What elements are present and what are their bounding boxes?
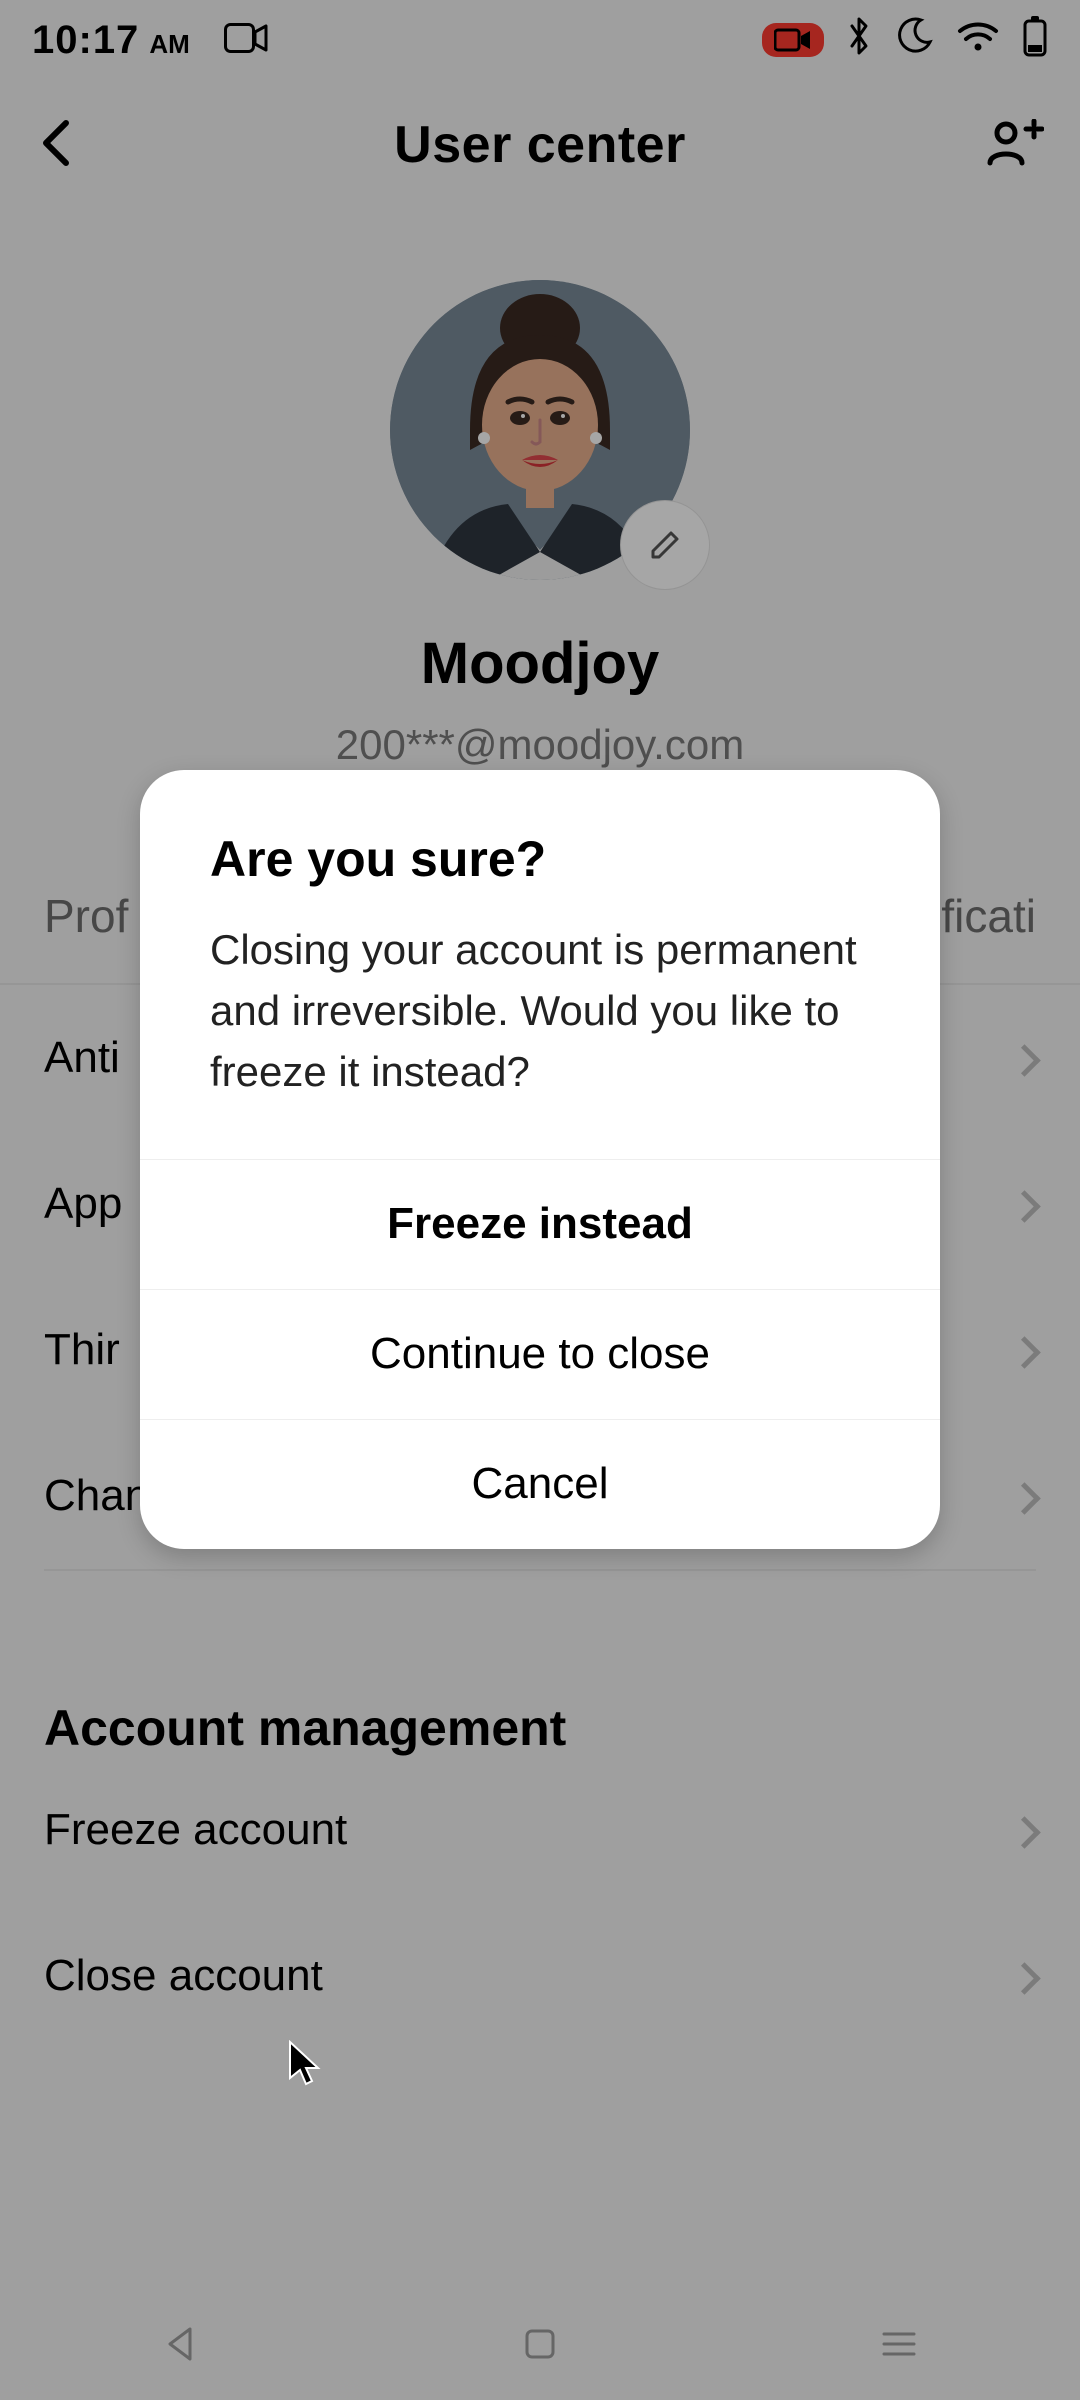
dialog-title: Are you sure? <box>210 830 870 888</box>
system-nav-bar <box>0 2292 1080 2400</box>
nav-home-button[interactable] <box>523 2327 557 2366</box>
nav-recents-button[interactable] <box>880 2329 918 2364</box>
continue-close-button[interactable]: Continue to close <box>140 1289 940 1419</box>
freeze-instead-button[interactable]: Freeze instead <box>140 1159 940 1289</box>
cancel-button[interactable]: Cancel <box>140 1419 940 1549</box>
dialog-message: Closing your account is permanent and ir… <box>210 920 870 1103</box>
nav-back-button[interactable] <box>162 2325 200 2368</box>
confirm-dialog: Are you sure? Closing your account is pe… <box>140 770 940 1549</box>
